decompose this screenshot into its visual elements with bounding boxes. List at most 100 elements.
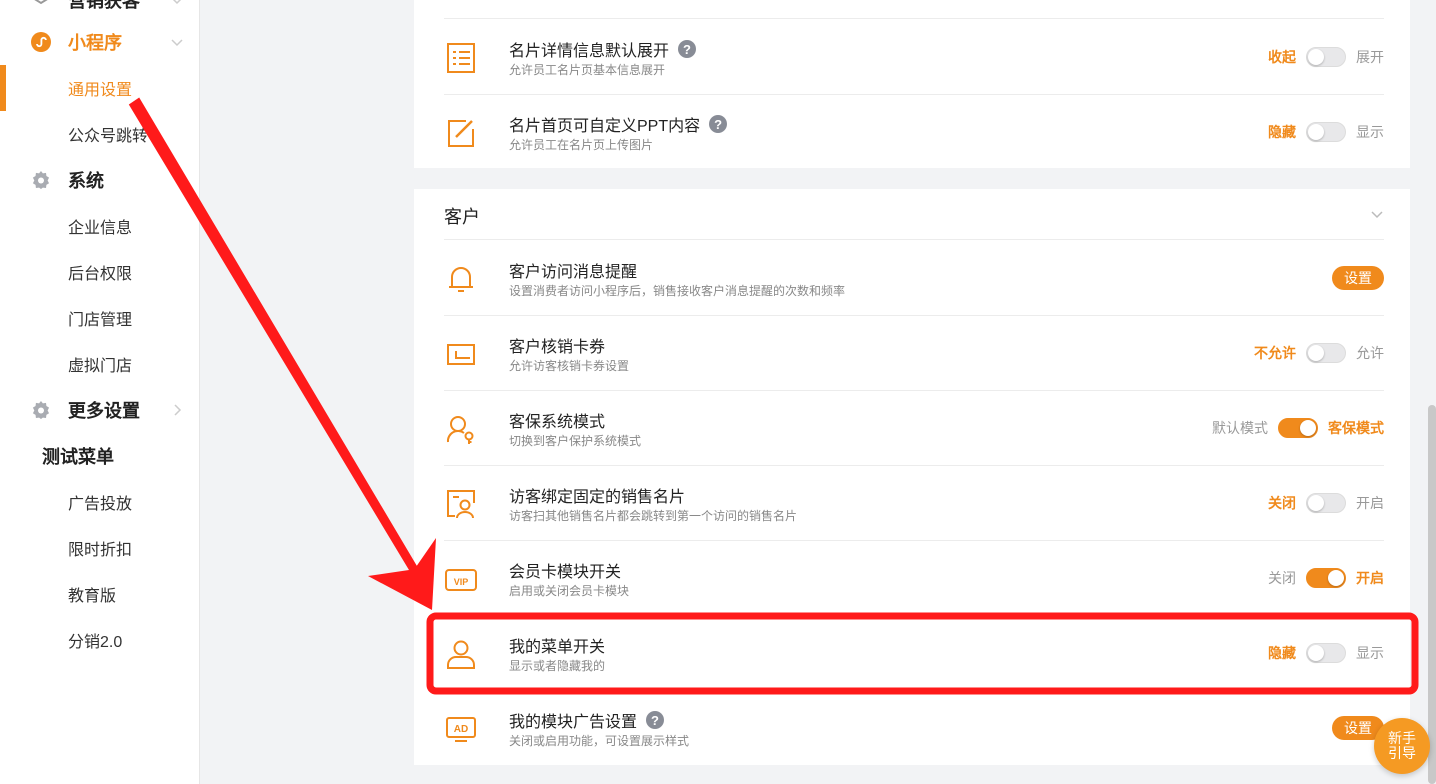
setting-row: 客保系统模式 切换到客户保护系统模式 默认模式 客保模式 [444,390,1384,466]
sidebar-item-distribution[interactable]: 分销2.0 [0,617,199,663]
toggle-on-label: 开启 [1356,494,1384,511]
sidebar-group-system[interactable]: 系统 [0,157,199,203]
toggle-control: 隐藏 显示 [1268,615,1384,690]
toggle-switch[interactable] [1278,417,1318,438]
toggle-off-label: 隐藏 [1268,123,1296,140]
toggle-on-label: 开启 [1356,569,1384,586]
sidebar-item-store-management[interactable]: 门店管理 [0,295,199,341]
guide-line-1: 新手 [1388,730,1416,746]
section-title: 客户 [444,207,480,227]
customer-panel: 客户 客户访问消息提醒 设置消费者访问小程序后，销售接收客户消息提醒的次数和频率… [414,189,1410,765]
sidebar-item-label: 虚拟门店 [68,358,133,375]
help-icon[interactable]: ? [646,711,665,729]
sidebar-item-ad-placement[interactable]: 广告投放 [0,479,199,525]
toggle-control: 隐藏 显示 [1268,94,1384,169]
setting-row: 名片详情信息默认展开 ? 允许员工名片页基本信息展开 收起 展开 [444,19,1384,95]
setting-description: 启用或关闭会员卡模块 [509,584,630,598]
sidebar-item-label: 公众号跳转 [68,128,149,145]
toggle-switch[interactable] [1306,492,1346,513]
sidebar-group-test-menu[interactable]: 测试菜单 [0,433,199,479]
toggle-on-label: 显示 [1356,123,1384,140]
toggle-off-label: 收起 [1268,48,1296,65]
help-icon[interactable]: ? [678,40,697,58]
sidebar-group-mini-program[interactable]: 小程序 [0,19,199,65]
guide-line-2: 引导 [1388,745,1416,761]
sidebar-group-label: 小程序 [68,33,122,53]
toggle-switch[interactable] [1306,46,1346,67]
chevron-down-icon [171,39,183,47]
setting-title: 客户访问消息提醒 [509,264,638,281]
beginner-guide-button[interactable]: 新手 引导 [1374,718,1430,774]
bell-icon [449,267,473,292]
setting-description: 设置消费者访问小程序后，销售接收客户消息提醒的次数和频率 [509,284,846,298]
list-icon [447,43,475,73]
layers-icon [34,0,48,5]
toggle-control: 收起 展开 [1268,19,1384,94]
toggle-control: 关闭 开启 [1268,465,1384,540]
toggle-off-label: 隐藏 [1268,644,1296,661]
setting-title-text: 我的模块广告设置 [509,714,638,731]
setting-row: 我的菜单开关 显示或者隐藏我的 隐藏 显示 [444,615,1384,691]
sidebar-item-label: 限时折扣 [68,542,133,559]
chevron-down-icon [1371,211,1383,219]
sidebar-item-admin-permissions[interactable]: 后台权限 [0,249,199,295]
edit-icon [448,120,474,147]
setting-description: 访客扫其他销售名片都会跳转到第一个访问的销售名片 [509,509,798,523]
gear-icon [32,170,50,189]
toggle-switch[interactable] [1306,342,1346,363]
toggle-off-label: 不允许 [1254,344,1296,361]
toggle-off-label: 关闭 [1268,494,1296,511]
sidebar-item-label: 企业信息 [68,220,133,237]
sidebar-item-label: 广告投放 [68,496,133,513]
setting-row: 名片首页可自定义PPT内容 ? 允许员工在名片页上传图片 隐藏 显示 [444,94,1384,169]
user-icon [447,640,475,669]
setting-row: 访客绑定固定的销售名片 访客扫其他销售名片都会跳转到第一个访问的销售名片 关闭 … [444,465,1384,541]
setting-description: 显示或者隐藏我的 [509,659,606,673]
sidebar-group-label: 营销获客 [68,0,140,11]
sidebar: 营销获客 小程序 通用设置 公众号跳转 系统 企业信息 后台权限 门店管理 虚拟… [0,0,200,784]
sidebar-item-education-edition[interactable]: 教育版 [0,571,199,617]
settings-button[interactable]: 设置 [1332,265,1384,290]
card-settings-panel: 名片详情信息默认展开 ? 允许员工名片页基本信息展开 收起 展开 名片首页可自定… [414,0,1410,168]
setting-title: 访客绑定固定的销售名片 [509,489,686,506]
ad-icon: AD [446,717,476,742]
toggle-switch[interactable] [1306,642,1346,663]
setting-row: AD 我的模块广告设置 ? 关闭或启用功能，可设置展示样式 设置 [444,690,1384,765]
setting-description: 切换到客户保护系统模式 [509,434,642,448]
chevron-down-icon [172,0,182,5]
sidebar-item-virtual-store[interactable]: 虚拟门店 [0,341,199,387]
toggle-knob [1308,48,1324,65]
chevron-right-icon [174,404,182,416]
toggle-switch[interactable] [1306,567,1346,588]
contact-card-icon [447,490,475,519]
toggle-off-label: 关闭 [1268,569,1296,586]
gear-icon [32,400,50,419]
toggle-switch[interactable] [1306,121,1346,142]
sidebar-item-label: 后台权限 [68,266,133,283]
setting-title: 会员卡模块开关 [509,564,622,581]
setting-description: 允许员工名片页基本信息展开 [509,63,666,77]
toggle-knob [1308,644,1324,661]
scrollbar[interactable] [1428,405,1436,784]
toggle-on-label: 显示 [1356,644,1384,661]
button-control: 设置 [1332,240,1384,315]
sidebar-group-label: 系统 [68,171,104,191]
sidebar-item-general-settings[interactable]: 通用设置 [0,65,199,111]
sidebar-item-label: 通用设置 [68,82,133,99]
setting-title: 客户核销卡券 [509,339,606,356]
sidebar-item-company-info[interactable]: 企业信息 [0,203,199,249]
sidebar-item-official-account-jump[interactable]: 公众号跳转 [0,111,199,157]
wallet-icon [447,344,475,365]
section-header[interactable]: 客户 [444,189,1384,240]
toggle-off-label: 默认模式 [1212,419,1268,436]
setting-title: 名片详情信息默认展开 ? [509,37,697,61]
svg-text:VIP: VIP [454,577,469,587]
toggle-on-label: 允许 [1356,344,1384,361]
toggle-knob [1300,419,1316,436]
sidebar-group-more-settings[interactable]: 更多设置 [0,387,199,433]
sidebar-item-flash-discount[interactable]: 限时折扣 [0,525,199,571]
setting-title-text: 名片详情信息默认展开 [509,43,670,60]
help-icon[interactable]: ? [709,115,728,133]
toggle-knob [1328,569,1344,586]
toggle-knob [1308,123,1324,140]
